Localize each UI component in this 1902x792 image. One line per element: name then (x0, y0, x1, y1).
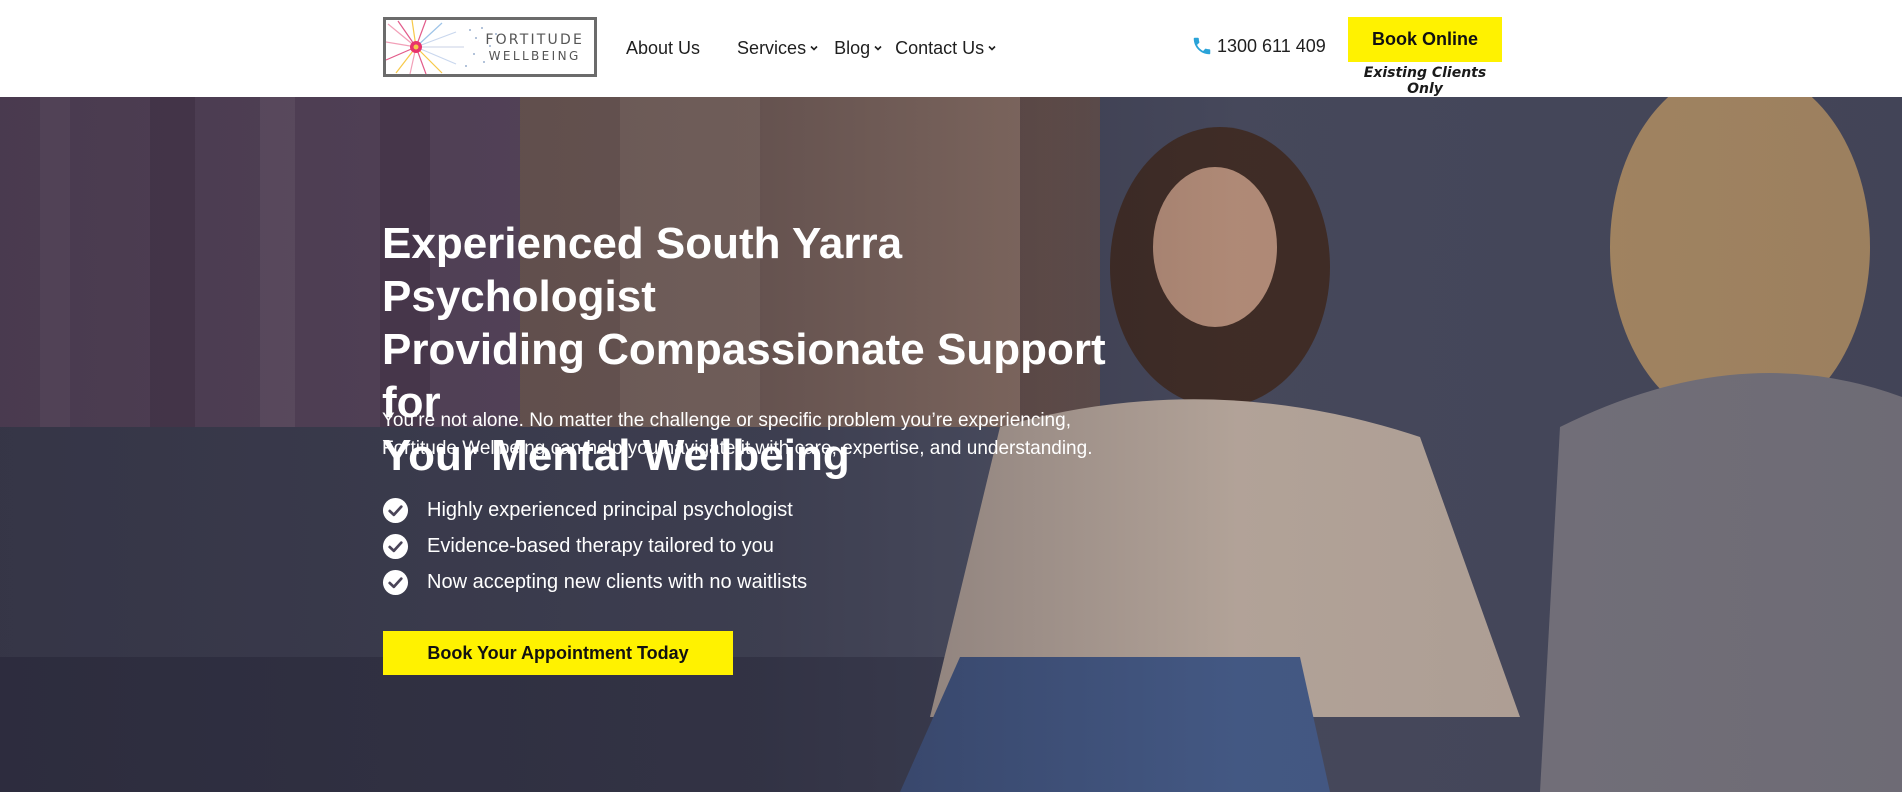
check-circle-icon (382, 569, 409, 595)
nav-item-services[interactable]: Services (737, 38, 819, 59)
check-circle-icon (382, 497, 409, 523)
book-online-button[interactable]: Book Online (1348, 17, 1502, 62)
list-item: Now accepting new clients with no waitli… (382, 564, 807, 600)
logo-line-2: WELLBEING (488, 49, 581, 63)
hero-subtitle-line: You’re not alone. No matter the challeng… (382, 410, 1071, 431)
hero-subtitle-line: Fortitude Wellbeing can help you navigat… (382, 438, 1093, 459)
hero-subtitle: You’re not alone. No matter the challeng… (382, 407, 1142, 463)
nav-item-contact-us[interactable]: Contact Us (895, 38, 997, 59)
list-item: Evidence-based therapy tailored to you (382, 528, 807, 564)
nav-item-blog[interactable]: Blog (834, 38, 883, 59)
phone-link[interactable]: 1300 611 409 (1191, 35, 1326, 57)
chevron-down-icon (810, 45, 818, 51)
site-header: FORTITUDE WELLBEING About Us Services Bl… (0, 0, 1902, 97)
chevron-down-icon (988, 45, 996, 51)
phone-icon (1193, 37, 1211, 55)
benefit-text: Evidence-based therapy tailored to you (427, 534, 774, 557)
existing-clients-note: Existing Clients Only (1363, 65, 1487, 97)
chevron-down-icon (874, 45, 882, 51)
logo-wordmark: FORTITUDE WELLBEING (485, 32, 584, 63)
nav-label: Services (737, 37, 807, 58)
list-item: Highly experienced principal psychologis… (382, 492, 807, 528)
nav-label: Blog (834, 37, 871, 58)
check-circle-icon (382, 533, 409, 559)
nav-item-about-us[interactable]: About Us (626, 38, 700, 59)
hero-section: Experienced South Yarra Psychologist Pro… (0, 97, 1902, 792)
logo[interactable]: FORTITUDE WELLBEING (383, 17, 597, 77)
benefits-list: Highly experienced principal psychologis… (382, 492, 807, 600)
main-nav: About Us Services Blog Contact Us (626, 36, 997, 60)
nav-label: About Us (626, 37, 701, 58)
book-appointment-button[interactable]: Book Your Appointment Today (383, 631, 733, 675)
phone-number: 1300 611 409 (1217, 35, 1326, 56)
benefit-text: Highly experienced principal psychologis… (427, 498, 793, 521)
nav-label: Contact Us (895, 37, 985, 58)
benefit-text: Now accepting new clients with no waitli… (427, 570, 808, 593)
hero-title-line: Experienced South Yarra Psychologist (382, 219, 903, 321)
logo-line-1: FORTITUDE (485, 32, 584, 48)
